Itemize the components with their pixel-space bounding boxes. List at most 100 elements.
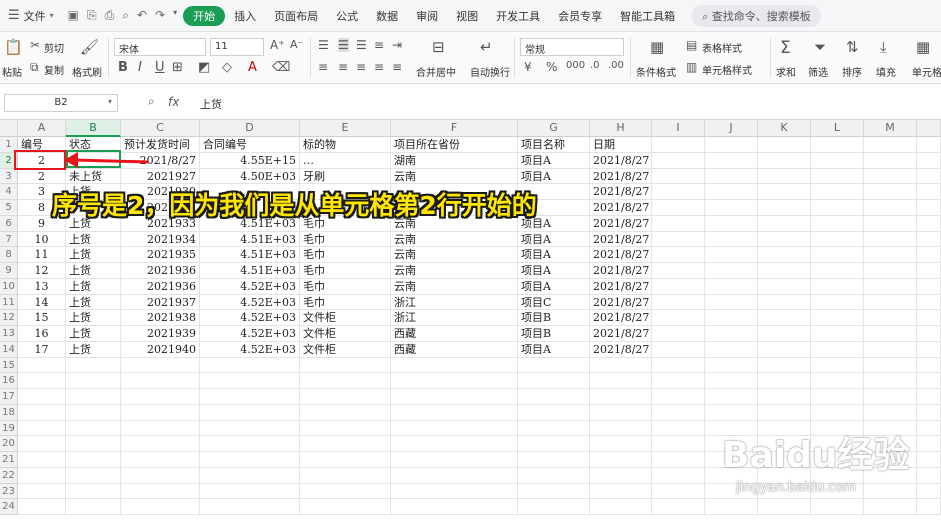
cell-d8[interactable]: 4.51E+03 — [200, 247, 300, 263]
cell-j12[interactable] — [705, 310, 758, 326]
cell-c17[interactable] — [121, 389, 200, 405]
distributed-icon[interactable]: ≡ — [392, 60, 402, 74]
cell-k18[interactable] — [758, 404, 811, 421]
row-header-15[interactable]: 15 — [0, 357, 18, 374]
cell-f20[interactable] — [391, 436, 518, 452]
cell-m18[interactable] — [864, 404, 917, 421]
cell-j15[interactable] — [705, 357, 758, 374]
cell-c11[interactable]: 2021937 — [121, 294, 200, 311]
chevron-down-icon[interactable]: ▾ — [173, 8, 177, 23]
cell-j13[interactable] — [705, 326, 758, 342]
cell-f24[interactable] — [391, 499, 518, 515]
cell-h5[interactable]: 2021/8/27 — [590, 200, 652, 216]
filter-button[interactable]: 筛选 — [808, 64, 828, 79]
align-middle-icon[interactable]: ☰ — [338, 38, 349, 52]
tab-member[interactable]: 会员专享 — [549, 6, 611, 26]
cell-a12[interactable]: 15 — [18, 310, 66, 326]
cell-i22[interactable] — [652, 467, 705, 484]
cell-a9[interactable]: 12 — [18, 263, 66, 279]
cell-k15[interactable] — [758, 357, 811, 374]
cell-h11[interactable]: 2021/8/27 — [590, 294, 652, 311]
cell-a18[interactable] — [18, 404, 66, 421]
cell-b11[interactable]: 上货 — [66, 294, 121, 311]
cell-j10[interactable] — [705, 278, 758, 295]
cell-c9[interactable]: 2021936 — [121, 263, 200, 279]
cell-j16[interactable] — [705, 373, 758, 389]
row-header-6[interactable]: 6 — [0, 215, 18, 232]
cell-c20[interactable] — [121, 436, 200, 452]
tab-data[interactable]: 数据 — [367, 6, 407, 26]
cell-j11[interactable] — [705, 294, 758, 311]
cell-h4[interactable]: 2021/8/27 — [590, 184, 652, 200]
cell-m7[interactable] — [864, 231, 917, 248]
cell-a10[interactable]: 13 — [18, 278, 66, 295]
cell-a13[interactable]: 16 — [18, 326, 66, 342]
cell-c12[interactable]: 2021938 — [121, 310, 200, 326]
cell-k1[interactable] — [758, 137, 811, 153]
cell-d16[interactable] — [200, 373, 300, 389]
cell-i4[interactable] — [652, 184, 705, 200]
fill-color-icon[interactable]: ◩ — [198, 60, 210, 75]
paste-icon[interactable]: 📋 — [4, 38, 23, 56]
row-header-20[interactable]: 20 — [0, 436, 18, 452]
decrease-font-icon[interactable]: A⁻ — [290, 38, 303, 51]
conditional-format-button[interactable]: 条件格式 — [636, 64, 676, 79]
row-header-23[interactable]: 23 — [0, 483, 18, 500]
format-painter-icon[interactable]: 🖌 — [80, 38, 99, 56]
cell-d18[interactable] — [200, 404, 300, 421]
align-left-icon[interactable]: ≡ — [318, 60, 328, 74]
zoom-icon[interactable]: ⌕ — [148, 94, 155, 109]
cell-k8[interactable] — [758, 247, 811, 263]
name-box[interactable]: B2 — [4, 94, 118, 112]
cell-d10[interactable]: 4.52E+03 — [200, 278, 300, 295]
cell-a14[interactable]: 17 — [18, 341, 66, 358]
align-center-icon[interactable]: ≡ — [338, 60, 348, 74]
cell-c8[interactable]: 2021935 — [121, 247, 200, 263]
tab-smart-toolbox[interactable]: 智能工具箱 — [611, 6, 684, 26]
cell-l18[interactable] — [811, 404, 864, 421]
cell-g18[interactable] — [518, 404, 590, 421]
cell-m13[interactable] — [864, 326, 917, 342]
row-header-3[interactable]: 3 — [0, 168, 18, 185]
cell-f2[interactable]: 湖南 — [391, 152, 518, 169]
cell-j8[interactable] — [705, 247, 758, 263]
cell-h22[interactable] — [590, 467, 652, 484]
cell-b21[interactable] — [66, 452, 121, 468]
align-top-icon[interactable]: ☰ — [318, 38, 329, 52]
cell-i7[interactable] — [652, 231, 705, 248]
cell-g17[interactable] — [518, 389, 590, 405]
cell-k3[interactable] — [758, 168, 811, 185]
column-header-j[interactable]: J — [705, 120, 758, 137]
paste-button[interactable]: 粘贴 — [2, 64, 22, 79]
cell-b12[interactable]: 上货 — [66, 310, 121, 326]
cell-d15[interactable] — [200, 357, 300, 374]
wrap-button[interactable]: 自动换行 — [470, 64, 510, 79]
cell-l4[interactable] — [811, 184, 864, 200]
cell-i11[interactable] — [652, 294, 705, 311]
column-header-l[interactable]: L — [811, 120, 864, 137]
cell-m4[interactable] — [864, 184, 917, 200]
cell-e17[interactable] — [300, 389, 391, 405]
save-icon[interactable]: ▣ — [68, 8, 79, 23]
row-header-16[interactable]: 16 — [0, 373, 18, 389]
cell-d13[interactable]: 4.52E+03 — [200, 326, 300, 342]
cell-b20[interactable] — [66, 436, 121, 452]
row-header-7[interactable]: 7 — [0, 231, 18, 248]
cell-e12[interactable]: 文件柜 — [300, 310, 391, 326]
percent-icon[interactable]: % — [546, 60, 557, 74]
cell-m2[interactable] — [864, 152, 917, 169]
cell-button[interactable]: 单元格 — [912, 64, 941, 79]
cell-h15[interactable] — [590, 357, 652, 374]
cell-k16[interactable] — [758, 373, 811, 389]
cell-m15[interactable] — [864, 357, 917, 374]
cell-k11[interactable] — [758, 294, 811, 311]
cell-e16[interactable] — [300, 373, 391, 389]
cell-f9[interactable]: 云南 — [391, 263, 518, 279]
cell-e3[interactable]: 牙刷 — [300, 168, 391, 185]
cell-b9[interactable]: 上货 — [66, 263, 121, 279]
cell-f8[interactable]: 云南 — [391, 247, 518, 263]
sum-button[interactable]: 求和 — [776, 64, 796, 79]
cell-g15[interactable] — [518, 357, 590, 374]
decrease-decimal-icon[interactable]: .00 — [608, 60, 624, 71]
cell-h24[interactable] — [590, 499, 652, 515]
